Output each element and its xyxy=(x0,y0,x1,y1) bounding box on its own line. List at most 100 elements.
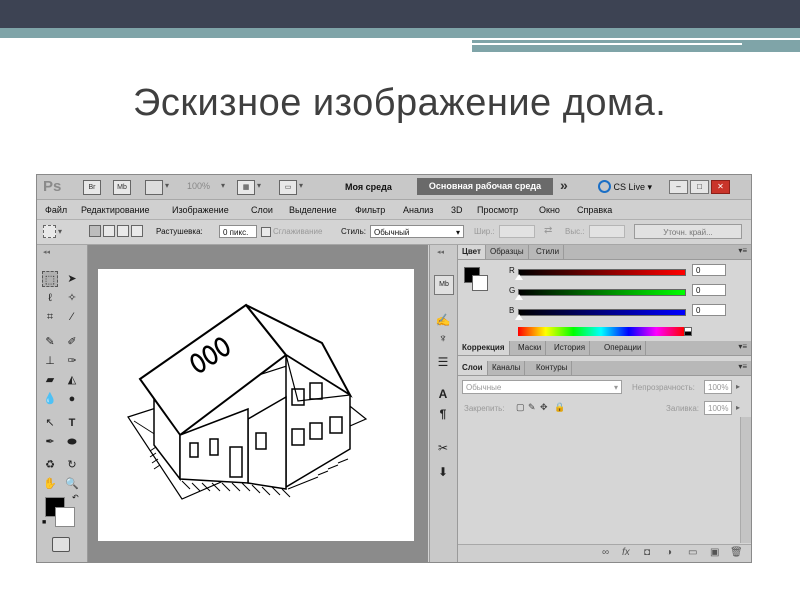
red-value-input[interactable]: 0 xyxy=(692,264,726,276)
workspace-my[interactable]: Моя среда xyxy=(345,179,411,195)
actions-icon[interactable]: ⬇ xyxy=(434,463,452,481)
extras-icon[interactable] xyxy=(145,180,163,195)
slider-red-handle[interactable] xyxy=(515,274,523,280)
move-tool-icon[interactable]: ➤ xyxy=(64,271,80,287)
blend-mode-select[interactable]: Обычные ▾ xyxy=(462,380,622,394)
crop-tool-icon[interactable]: ⌗ xyxy=(42,309,58,325)
opacity-arrow-icon[interactable]: ▸ xyxy=(736,382,740,391)
dodge-tool-icon[interactable]: ● xyxy=(64,391,80,407)
lasso-tool-icon[interactable]: ℓ xyxy=(42,290,58,306)
adjustments-panel-menu-icon[interactable]: ▾≡ xyxy=(738,342,747,351)
new-selection-icon[interactable] xyxy=(89,225,101,237)
black-white-picker[interactable] xyxy=(684,327,692,336)
brush-presets-icon[interactable]: ✍ xyxy=(434,311,452,329)
fill-input[interactable]: 100% xyxy=(704,401,732,415)
brush-tool-icon[interactable]: ✐ xyxy=(64,334,80,350)
layer-style-icon[interactable]: fx xyxy=(622,547,630,558)
document-canvas[interactable] xyxy=(98,269,414,541)
tool-preset-dropdown-icon[interactable]: ▾ xyxy=(58,227,62,236)
clone-source-icon[interactable]: ♆ xyxy=(434,329,452,347)
tab-adjustments[interactable]: Коррекция xyxy=(458,341,510,355)
workspace-essentials[interactable]: Основная рабочая среда xyxy=(417,178,553,195)
fill-arrow-icon[interactable]: ▸ xyxy=(736,403,740,412)
cs-live-button[interactable]: CS Live ▾ xyxy=(598,180,652,193)
opacity-input[interactable]: 100% xyxy=(704,380,732,394)
layers-scrollbar[interactable] xyxy=(740,417,751,543)
feather-input[interactable]: 0 пикс. xyxy=(219,225,257,238)
intersect-selection-icon[interactable] xyxy=(131,225,143,237)
delete-layer-icon[interactable]: 🗑 xyxy=(730,547,743,558)
screen-mode-icon[interactable]: ▭ xyxy=(279,180,297,195)
tab-swatches[interactable]: Образцы xyxy=(486,245,529,259)
lock-all-icon[interactable]: 🔒 xyxy=(554,402,565,413)
tool-preset-icon[interactable] xyxy=(43,225,56,238)
new-layer-icon[interactable]: ▣ xyxy=(710,547,719,558)
3d-rotate-tool-icon[interactable]: ♻ xyxy=(42,457,58,473)
bridge-icon[interactable]: Br xyxy=(83,180,101,195)
healing-brush-tool-icon[interactable]: ✎ xyxy=(42,334,58,350)
tab-layers[interactable]: Слои xyxy=(458,361,488,375)
zoom-dropdown-icon[interactable]: ▾ xyxy=(221,181,225,190)
hand-tool-icon[interactable]: ✋ xyxy=(42,476,58,492)
color-spectrum-bar[interactable] xyxy=(518,327,684,336)
blue-value-input[interactable]: 0 xyxy=(692,304,726,316)
menu-view[interactable]: Просмотр xyxy=(477,205,518,215)
lock-transparent-icon[interactable]: ▢ xyxy=(516,402,525,413)
minimize-button[interactable]: – xyxy=(669,180,688,194)
adjustment-layer-icon[interactable]: ◑ xyxy=(666,547,672,558)
menu-select[interactable]: Выделение xyxy=(289,205,337,215)
magic-wand-tool-icon[interactable]: ✧ xyxy=(64,290,80,306)
lock-position-icon[interactable]: ✥ xyxy=(540,402,548,413)
slider-blue-track[interactable] xyxy=(518,309,686,316)
menu-window[interactable]: Окно xyxy=(539,205,560,215)
width-input[interactable] xyxy=(499,225,535,238)
slider-red-track[interactable] xyxy=(518,269,686,276)
eyedropper-tool-icon[interactable]: ⁄ xyxy=(64,309,80,325)
color-panel-menu-icon[interactable]: ▾≡ xyxy=(738,246,747,255)
subtract-selection-icon[interactable] xyxy=(117,225,129,237)
arrange-docs-icon[interactable]: ▦ xyxy=(237,180,255,195)
character-icon[interactable]: A xyxy=(434,385,452,403)
tab-color[interactable]: Цвет xyxy=(458,245,486,259)
background-color-swatch[interactable] xyxy=(55,507,75,527)
type-tool-icon[interactable]: T xyxy=(64,415,80,431)
tab-styles[interactable]: Стили xyxy=(532,245,565,259)
refine-edge-button[interactable]: Уточн. край... xyxy=(634,224,742,239)
path-selection-tool-icon[interactable]: ↖ xyxy=(42,415,58,431)
notes-icon[interactable]: ☰ xyxy=(434,353,452,371)
swap-colors-icon[interactable]: ↶ xyxy=(72,493,79,502)
tab-paths[interactable]: Контуры xyxy=(532,361,573,375)
zoom-level[interactable]: 100% xyxy=(187,181,210,191)
screen-mode-dropdown-icon[interactable]: ▾ xyxy=(299,181,303,190)
slider-green-track[interactable] xyxy=(518,289,686,296)
swap-dimensions-icon[interactable]: ⇄ xyxy=(544,225,552,236)
layers-panel-menu-icon[interactable]: ▾≡ xyxy=(738,362,747,371)
close-button[interactable]: ✕ xyxy=(711,180,730,194)
tab-channels[interactable]: Каналы xyxy=(488,361,526,375)
marquee-tool-icon[interactable]: ⬚ xyxy=(42,271,58,287)
stamp-tool-icon[interactable]: ⊥ xyxy=(42,353,58,369)
eraser-tool-icon[interactable]: ▰ xyxy=(42,372,58,388)
slider-green-handle[interactable] xyxy=(515,294,523,300)
menu-edit[interactable]: Редактирование xyxy=(81,205,150,215)
slider-blue-handle[interactable] xyxy=(515,314,523,320)
more-workspaces-icon[interactable]: » xyxy=(560,177,568,193)
tool-presets-icon[interactable]: ✂ xyxy=(434,439,452,457)
extras-dropdown-icon[interactable]: ▾ xyxy=(165,181,169,190)
menu-analysis[interactable]: Анализ xyxy=(403,205,433,215)
link-layers-icon[interactable]: ∞ xyxy=(602,547,609,558)
tools-collapse-icon[interactable]: ◂◂ xyxy=(43,248,50,256)
menu-filter[interactable]: Фильтр xyxy=(355,205,385,215)
smoothing-checkbox[interactable] xyxy=(261,227,271,237)
group-icon[interactable]: ▭ xyxy=(688,547,697,558)
style-select[interactable]: Обычный ▾ xyxy=(370,225,464,238)
height-input[interactable] xyxy=(589,225,625,238)
strip-expand-icon[interactable]: ◂◂ xyxy=(437,248,444,256)
shape-tool-icon[interactable]: ⬬ xyxy=(64,434,80,450)
mini-bridge-panel-icon[interactable]: Mb xyxy=(434,275,454,295)
menu-layers[interactable]: Слои xyxy=(251,205,273,215)
paint-bucket-tool-icon[interactable]: ◭ xyxy=(64,372,80,388)
zoom-tool-icon[interactable]: 🔍 xyxy=(64,476,80,492)
add-selection-icon[interactable] xyxy=(103,225,115,237)
paragraph-icon[interactable]: ¶ xyxy=(434,405,452,423)
